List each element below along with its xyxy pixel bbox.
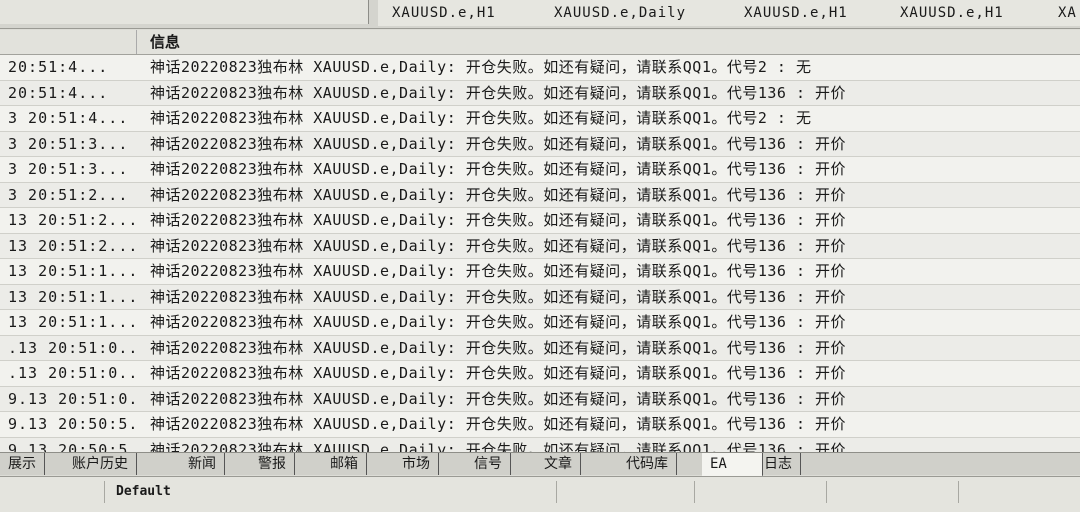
tab-trade[interactable]: 展示: [0, 453, 45, 475]
tab-account-history[interactable]: 账户历史: [64, 453, 137, 475]
row-message: 神话20220823独布林 XAUUSD.e,Daily: 开仓失败。如还有疑问…: [150, 211, 847, 229]
table-row[interactable]: 13 20:51:1... 神话20220823独布林 XAUUSD.e,Dail…: [0, 310, 1080, 336]
row-time: 20:51:4...: [8, 83, 109, 102]
table-row[interactable]: 3 20:51:4... 神话20220823独布林 XAUUSD.e,Daily…: [0, 106, 1080, 132]
row-time: 13 20:51:1...: [8, 262, 138, 280]
row-message: 神话20220823独布林 XAUUSD.e,Daily: 开仓失败。如还有疑问…: [150, 58, 812, 76]
tab-alerts[interactable]: 警报: [250, 453, 295, 475]
status-cell-4: [696, 481, 827, 503]
row-time: 13 20:51:2...: [8, 236, 138, 255]
row-message: 神话20220823独布林 XAUUSD.e,Daily: 开仓失败。如还有疑问…: [150, 338, 847, 357]
chart-tab-1[interactable]: XAUUSD.e,H1: [378, 0, 543, 26]
row-time: 9.13 20:51:0...: [8, 389, 138, 408]
row-time: 13 20:51:1...: [8, 287, 138, 306]
table-row[interactable]: 13 20:51:1... 神话20220823独布林 XAUUSD.e,Dail…: [0, 284, 1080, 310]
table-row[interactable]: 13 20:51:2... 神话20220823独布林 XAUUSD.e,Dail…: [0, 208, 1080, 234]
row-message: 神话20220823独布林 XAUUSD.e,Daily: 开仓失败。如还有疑问…: [150, 160, 847, 178]
tab-news[interactable]: 新闻: [180, 453, 225, 475]
chart-window-tabs: XAUUSD.e,H1 XAUUSD.e,Daily XAUUSD.e,H1 X…: [0, 0, 1080, 29]
row-time: 13 20:51:2...: [8, 211, 138, 229]
row-time: 9.13 20:50:5...: [8, 415, 138, 433]
chart-tab-5[interactable]: XA: [1044, 0, 1080, 26]
row-time: 20:51:4...: [8, 58, 109, 76]
tab-articles[interactable]: 文章: [536, 453, 581, 475]
row-message: 神话20220823独布林 XAUUSD.e,Daily: 开仓失败。如还有疑问…: [150, 389, 847, 408]
chart-tab-3[interactable]: XAUUSD.e,H1: [730, 0, 895, 26]
row-message: 神话20220823独布林 XAUUSD.e,Daily: 开仓失败。如还有疑问…: [150, 109, 812, 127]
row-time: 3 20:51:4...: [8, 109, 129, 127]
chart-tab-4[interactable]: XAUUSD.e,H1: [886, 0, 1051, 26]
time-column-header[interactable]: [0, 30, 137, 54]
table-body: 20:51:4... 神话20220823独布林 XAUUSD.e,Daily: …: [0, 55, 1080, 452]
message-column-header[interactable]: 信息: [150, 30, 180, 54]
row-time: .13 20:51:0...: [8, 338, 138, 357]
row-message: 神话20220823独布林 XAUUSD.e,Daily: 开仓失败。如还有疑问…: [150, 185, 847, 204]
profile-name[interactable]: Default: [112, 481, 557, 503]
table-row[interactable]: 9.13 20:50:5... 神话20220823独布林 XAUUSD.e,Da…: [0, 437, 1080, 453]
table-row[interactable]: 9.13 20:50:5... 神话20220823独布林 XAUUSD.e,Da…: [0, 412, 1080, 438]
table-row[interactable]: .13 20:51:0... 神话20220823独布林 XAUUSD.e,Dai…: [0, 361, 1080, 387]
row-time: 3 20:51:3...: [8, 134, 129, 153]
tab-journal[interactable]: 日志: [756, 453, 801, 475]
status-cell-3: [560, 481, 695, 503]
row-message: 神话20220823独布林 XAUUSD.e,Daily: 开仓失败。如还有疑问…: [150, 313, 847, 331]
row-message: 神话20220823独布林 XAUUSD.e,Daily: 开仓失败。如还有疑问…: [150, 364, 847, 382]
table-row[interactable]: 3 20:51:2... 神话20220823独布林 XAUUSD.e,Daily…: [0, 182, 1080, 208]
tab-mailbox[interactable]: 邮箱: [322, 453, 367, 475]
row-time: 9.13 20:50:5...: [8, 440, 138, 453]
row-time: 13 20:51:1...: [8, 313, 138, 331]
table-row[interactable]: 20:51:4... 神话20220823独布林 XAUUSD.e,Daily: …: [0, 80, 1080, 106]
tab-signals[interactable]: 信号: [466, 453, 511, 475]
row-message: 神话20220823独布林 XAUUSD.e,Daily: 开仓失败。如还有疑问…: [150, 287, 847, 306]
row-message: 神话20220823独布林 XAUUSD.e,Daily: 开仓失败。如还有疑问…: [150, 236, 847, 255]
terminal-tabs: 展示 账户历史 新闻 警报 邮箱 市场 信号 文章 代码库 EA 日志: [0, 452, 1080, 477]
chart-tab-2[interactable]: XAUUSD.e,Daily: [540, 0, 733, 26]
table-row[interactable]: 20:51:4... 神话20220823独布林 XAUUSD.e,Daily: …: [0, 55, 1080, 81]
status-cell-6: [960, 481, 1074, 503]
table-row[interactable]: 13 20:51:1... 神话20220823独布林 XAUUSD.e,Dail…: [0, 259, 1080, 285]
journal-log-table: 信息 20:51:4... 神话20220823独布林 XAUUSD.e,Dail…: [0, 30, 1080, 452]
table-row[interactable]: 13 20:51:2... 神话20220823独布林 XAUUSD.e,Dail…: [0, 233, 1080, 259]
tab-market[interactable]: 市场: [394, 453, 439, 475]
table-header: 信息: [0, 30, 1080, 55]
table-row[interactable]: 3 20:51:3... 神话20220823独布林 XAUUSD.e,Daily…: [0, 131, 1080, 157]
row-message: 神话20220823独布林 XAUUSD.e,Daily: 开仓失败。如还有疑问…: [150, 134, 847, 153]
row-message: 神话20220823独布林 XAUUSD.e,Daily: 开仓失败。如还有疑问…: [150, 415, 847, 433]
row-message: 神话20220823独布林 XAUUSD.e,Daily: 开仓失败。如还有疑问…: [150, 83, 847, 102]
table-row[interactable]: 3 20:51:3... 神话20220823独布林 XAUUSD.e,Daily…: [0, 157, 1080, 183]
table-row[interactable]: 9.13 20:51:0... 神话20220823独布林 XAUUSD.e,Da…: [0, 386, 1080, 412]
status-cell-5: [828, 481, 959, 503]
row-time: 3 20:51:3...: [8, 160, 129, 178]
table-row[interactable]: .13 20:51:0... 神话20220823独布林 XAUUSD.e,Dai…: [0, 335, 1080, 361]
status-bar: Default: [0, 476, 1080, 512]
row-time: .13 20:51:0...: [8, 364, 138, 382]
status-cell-left: [0, 481, 105, 503]
tab-ea[interactable]: EA: [702, 453, 763, 477]
row-time: 3 20:51:2...: [8, 185, 129, 204]
row-message: 神话20220823独布林 XAUUSD.e,Daily: 开仓失败。如还有疑问…: [150, 440, 847, 453]
chart-tabs-blank-area: [0, 0, 369, 24]
tab-code-base[interactable]: 代码库: [618, 453, 677, 475]
row-message: 神话20220823独布林 XAUUSD.e,Daily: 开仓失败。如还有疑问…: [150, 262, 847, 280]
